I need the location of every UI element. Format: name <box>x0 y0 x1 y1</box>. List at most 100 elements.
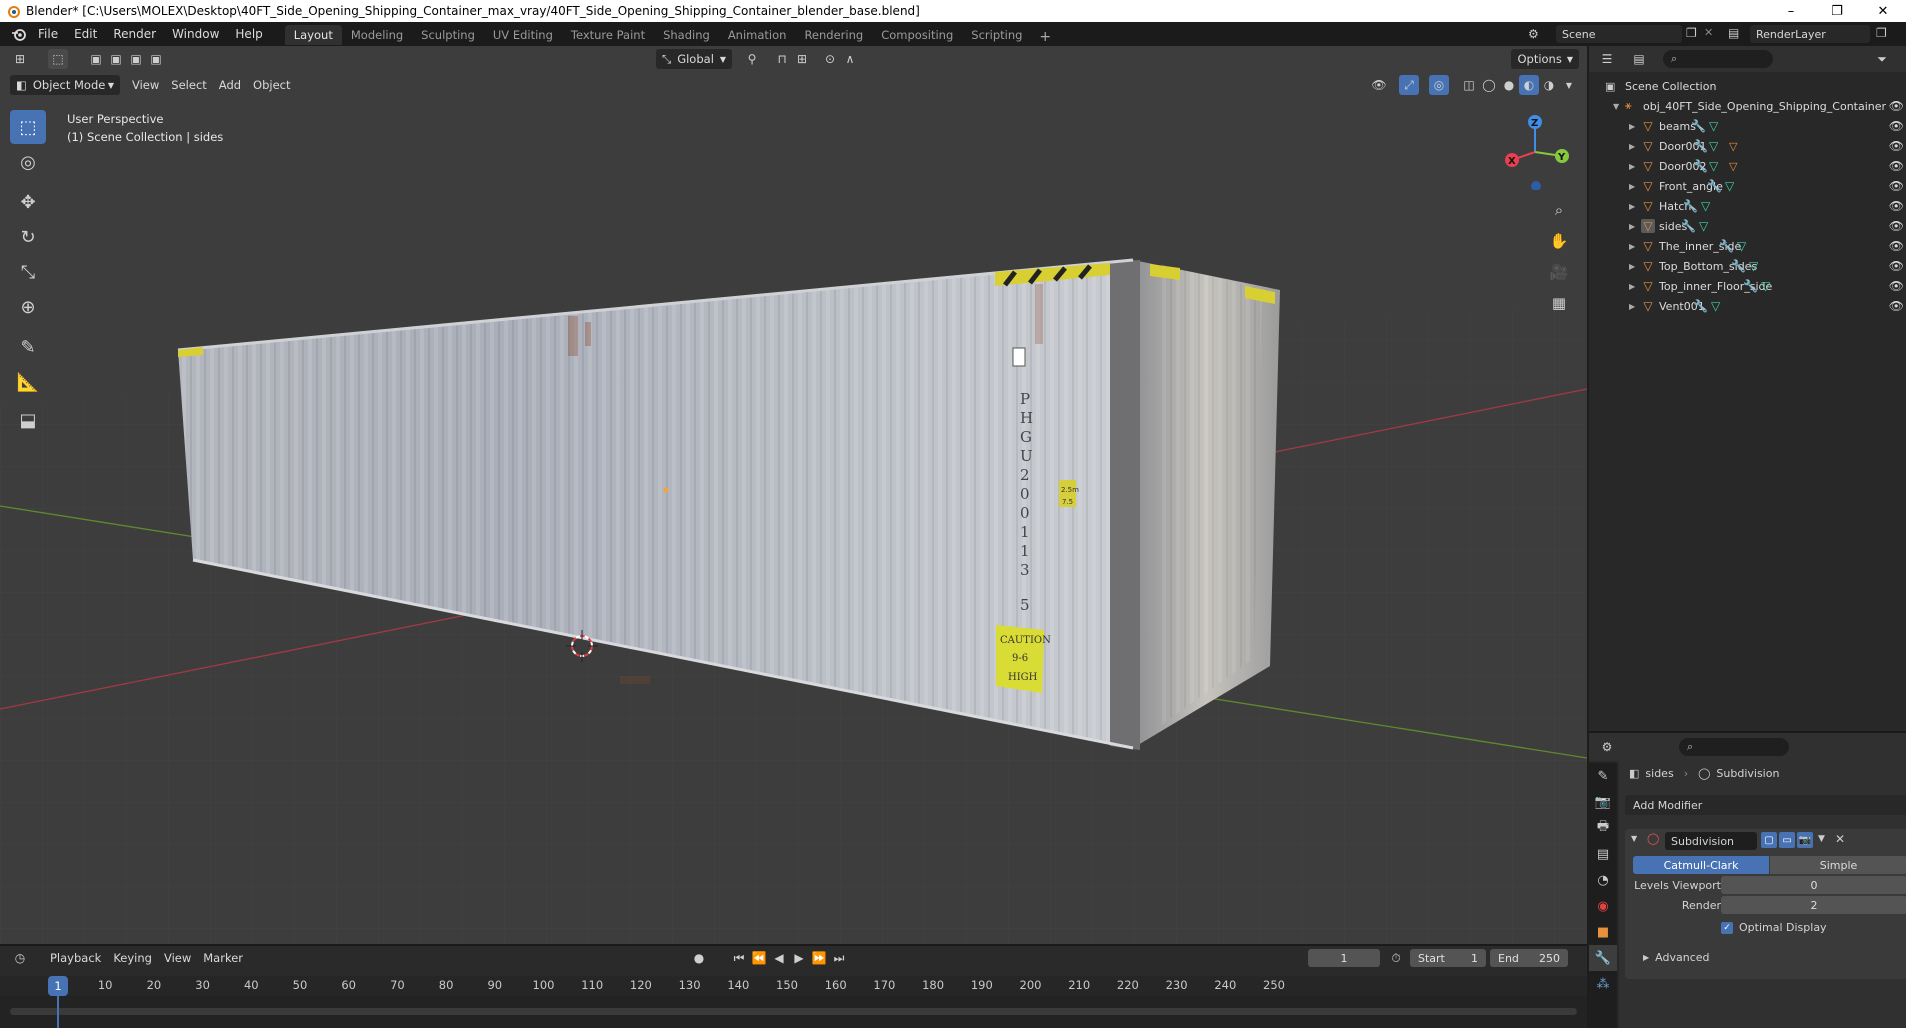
jump-end-icon[interactable]: ⏭ <box>829 948 849 968</box>
select-box-icon[interactable]: ⬚ <box>48 49 68 69</box>
view-layer-field[interactable]: RenderLayer <box>1750 25 1870 43</box>
output-tab-icon[interactable]: 🖶 <box>1589 815 1617 841</box>
outliner-item[interactable]: ▶ ▽ The_inner_side 🔧 ▽ 👁 <box>1589 236 1906 256</box>
modifier-menu-chevron-icon[interactable]: ▼ <box>1818 834 1825 844</box>
rotate-tool-icon[interactable]: ↻ <box>10 220 46 254</box>
viewport-menu-add[interactable]: Add <box>213 75 247 95</box>
shading-options-chevron-icon[interactable]: ▼ <box>1559 75 1579 95</box>
expand-arrow-icon[interactable]: ▶ <box>1629 242 1635 251</box>
end-frame-field[interactable]: End 250 <box>1490 949 1568 967</box>
collapse-arrow-icon[interactable]: ▼ <box>1613 102 1619 111</box>
modifier-tab-icon[interactable]: 🔧 <box>1589 945 1617 971</box>
tab-sculpting[interactable]: Sculpting <box>412 25 484 45</box>
annotate-tool-icon[interactable]: ✎ <box>10 330 46 364</box>
visibility-eye-icon[interactable]: 👁 <box>1889 279 1904 293</box>
blender-logo-icon[interactable] <box>8 25 30 43</box>
current-frame-marker[interactable]: 1 <box>48 976 68 996</box>
outliner-object-collection[interactable]: ▼ ⚹ obj_40FT_Side_Opening_Shipping_Contain… <box>1589 96 1906 116</box>
visibility-eye-icon[interactable]: 👁 <box>1889 259 1904 273</box>
viewport-menu-view[interactable]: View <box>126 75 165 95</box>
outliner-item[interactable]: ▶ ▽ Vent001 🔧 ▽ 👁 <box>1589 296 1906 316</box>
modifier-name-field[interactable]: Subdivision <box>1665 832 1757 850</box>
ortho-grid-icon[interactable]: ▦ <box>1547 289 1571 317</box>
scale-tool-icon[interactable]: ⤡ <box>10 255 46 289</box>
expand-arrow-icon[interactable]: ▶ <box>1629 202 1635 211</box>
gizmo-toggle-icon[interactable]: ⤢ <box>1399 75 1419 95</box>
mode-new-icon[interactable]: ▣ <box>86 49 106 69</box>
play-reverse-icon[interactable]: ◀ <box>769 948 789 968</box>
add-modifier-dropdown[interactable]: Add Modifier <box>1625 795 1906 815</box>
menu-help[interactable]: Help <box>227 22 270 46</box>
expand-arrow-icon[interactable]: ▶ <box>1629 262 1635 271</box>
visibility-filter-icon[interactable]: 👁 <box>1369 75 1389 95</box>
timeline-menu-view[interactable]: View <box>158 948 197 968</box>
mode-subtract-icon[interactable]: ▣ <box>126 49 146 69</box>
viewport-scene[interactable]: PHGU2001135 2.5m 7.5 CAUTION 9-6 HIGH <box>0 46 1587 944</box>
select-tool-icon[interactable]: ⬚ <box>10 110 46 144</box>
tab-compositing[interactable]: Compositing <box>872 25 962 45</box>
tab-modeling[interactable]: Modeling <box>342 25 412 45</box>
filter-icon[interactable]: ⏷ <box>1872 49 1892 69</box>
expand-arrow-icon[interactable]: ▶ <box>1629 222 1635 231</box>
minimize-button[interactable]: – <box>1768 0 1814 22</box>
tab-layout[interactable]: Layout <box>284 25 342 45</box>
visibility-eye-icon[interactable]: 👁 <box>1889 239 1904 253</box>
expand-arrow-icon[interactable]: ▶ <box>1629 162 1635 171</box>
advanced-label[interactable]: Advanced <box>1655 951 1709 964</box>
close-button[interactable]: ✕ <box>1860 0 1906 22</box>
optimal-display-checkbox[interactable]: ✓ <box>1721 921 1733 934</box>
timeline-menu-playback[interactable]: Playback <box>44 948 107 968</box>
zoom-icon[interactable]: ⌕ <box>1547 196 1571 224</box>
timeline-menu-marker[interactable]: Marker <box>197 948 249 968</box>
pivot-point-icon[interactable]: ⚲ <box>742 49 762 69</box>
overlays-toggle-icon[interactable]: ◎ <box>1429 75 1449 95</box>
tab-shading[interactable]: Shading <box>654 25 719 45</box>
add-cube-tool-icon[interactable]: ⬓ <box>10 403 46 437</box>
timeline-scrollbar[interactable] <box>10 1008 1577 1015</box>
object-mode-dropdown[interactable]: ◧ Object Mode ▼ <box>10 75 120 95</box>
collapse-arrow-icon[interactable]: ▼ <box>1631 834 1637 843</box>
prev-keyframe-icon[interactable]: ⏪ <box>749 948 769 968</box>
timeline-menu-keying[interactable]: Keying <box>107 948 158 968</box>
maximize-button[interactable]: ❐ <box>1814 0 1860 22</box>
outliner-item[interactable]: ▶ ▽ sides 🔧 ▽ 👁 <box>1589 216 1906 236</box>
view-layer-tab-icon[interactable]: ▤ <box>1589 841 1617 867</box>
next-keyframe-icon[interactable]: ⏩ <box>809 948 829 968</box>
new-scene-icon[interactable]: ❐ <box>1686 26 1697 40</box>
outliner-search-input[interactable]: ⌕ <box>1663 50 1773 68</box>
material-shading-icon[interactable]: ◐ <box>1519 75 1539 95</box>
options-dropdown[interactable]: Options ▼ <box>1511 49 1579 69</box>
menu-window[interactable]: Window <box>164 22 227 46</box>
start-frame-field[interactable]: Start 1 <box>1410 949 1486 967</box>
render-tab-icon[interactable]: 📷 <box>1589 789 1617 815</box>
timeline-editor-type-icon[interactable]: ◷ <box>10 948 30 968</box>
rendered-shading-icon[interactable]: ◑ <box>1539 75 1559 95</box>
levels-viewport-field[interactable]: 0 <box>1721 876 1906 894</box>
xray-toggle-icon[interactable]: ◫ <box>1459 75 1479 95</box>
expand-arrow-icon[interactable]: ▶ <box>1629 302 1635 311</box>
outliner-item[interactable]: ▶ ▽ Hatch 🔧 ▽ 👁 <box>1589 196 1906 216</box>
proportional-edit-icon[interactable]: ⊙ <box>820 49 840 69</box>
properties-search-input[interactable]: ⌕ <box>1679 738 1789 756</box>
outliner-item[interactable]: ▶ ▽ Door001 🔧 ▽ ▽ 👁 <box>1589 136 1906 156</box>
tab-texture-paint[interactable]: Texture Paint <box>562 25 654 45</box>
properties-editor[interactable]: ⚙ ⌕ ✎ 📷 🖶 ▤ ◔ ◉ ■ 🔧 ⁂ ◧ sides › ◯ Subdiv… <box>1589 731 1906 1028</box>
snap-icon[interactable]: ⊓ <box>772 49 792 69</box>
simple-option[interactable]: Simple <box>1770 856 1906 874</box>
tool-tab-icon[interactable]: ✎ <box>1589 763 1617 789</box>
world-tab-icon[interactable]: ◉ <box>1589 893 1617 919</box>
jump-start-icon[interactable]: ⏮ <box>729 948 749 968</box>
snap-target-icon[interactable]: ⊞ <box>792 49 812 69</box>
delete-scene-icon[interactable]: ✕ <box>1704 26 1713 39</box>
solid-shading-icon[interactable]: ● <box>1499 75 1519 95</box>
expand-arrow-icon[interactable]: ▶ <box>1629 282 1635 291</box>
transform-tool-icon[interactable]: ⊕ <box>10 290 46 324</box>
play-icon[interactable]: ▶ <box>789 948 809 968</box>
object-tab-icon[interactable]: ■ <box>1589 919 1617 945</box>
advanced-expand-icon[interactable]: ▶ <box>1643 953 1649 962</box>
outliner-scene-collection[interactable]: ▣ Scene Collection <box>1589 76 1906 96</box>
transform-orientation-dropdown[interactable]: ⤡ Global ▼ <box>656 49 732 69</box>
visibility-eye-icon[interactable]: 👁 <box>1889 99 1904 113</box>
viewport-toggle-icon[interactable]: ▭ <box>1779 832 1795 848</box>
cursor-tool-icon[interactable]: ◎ <box>10 145 46 179</box>
